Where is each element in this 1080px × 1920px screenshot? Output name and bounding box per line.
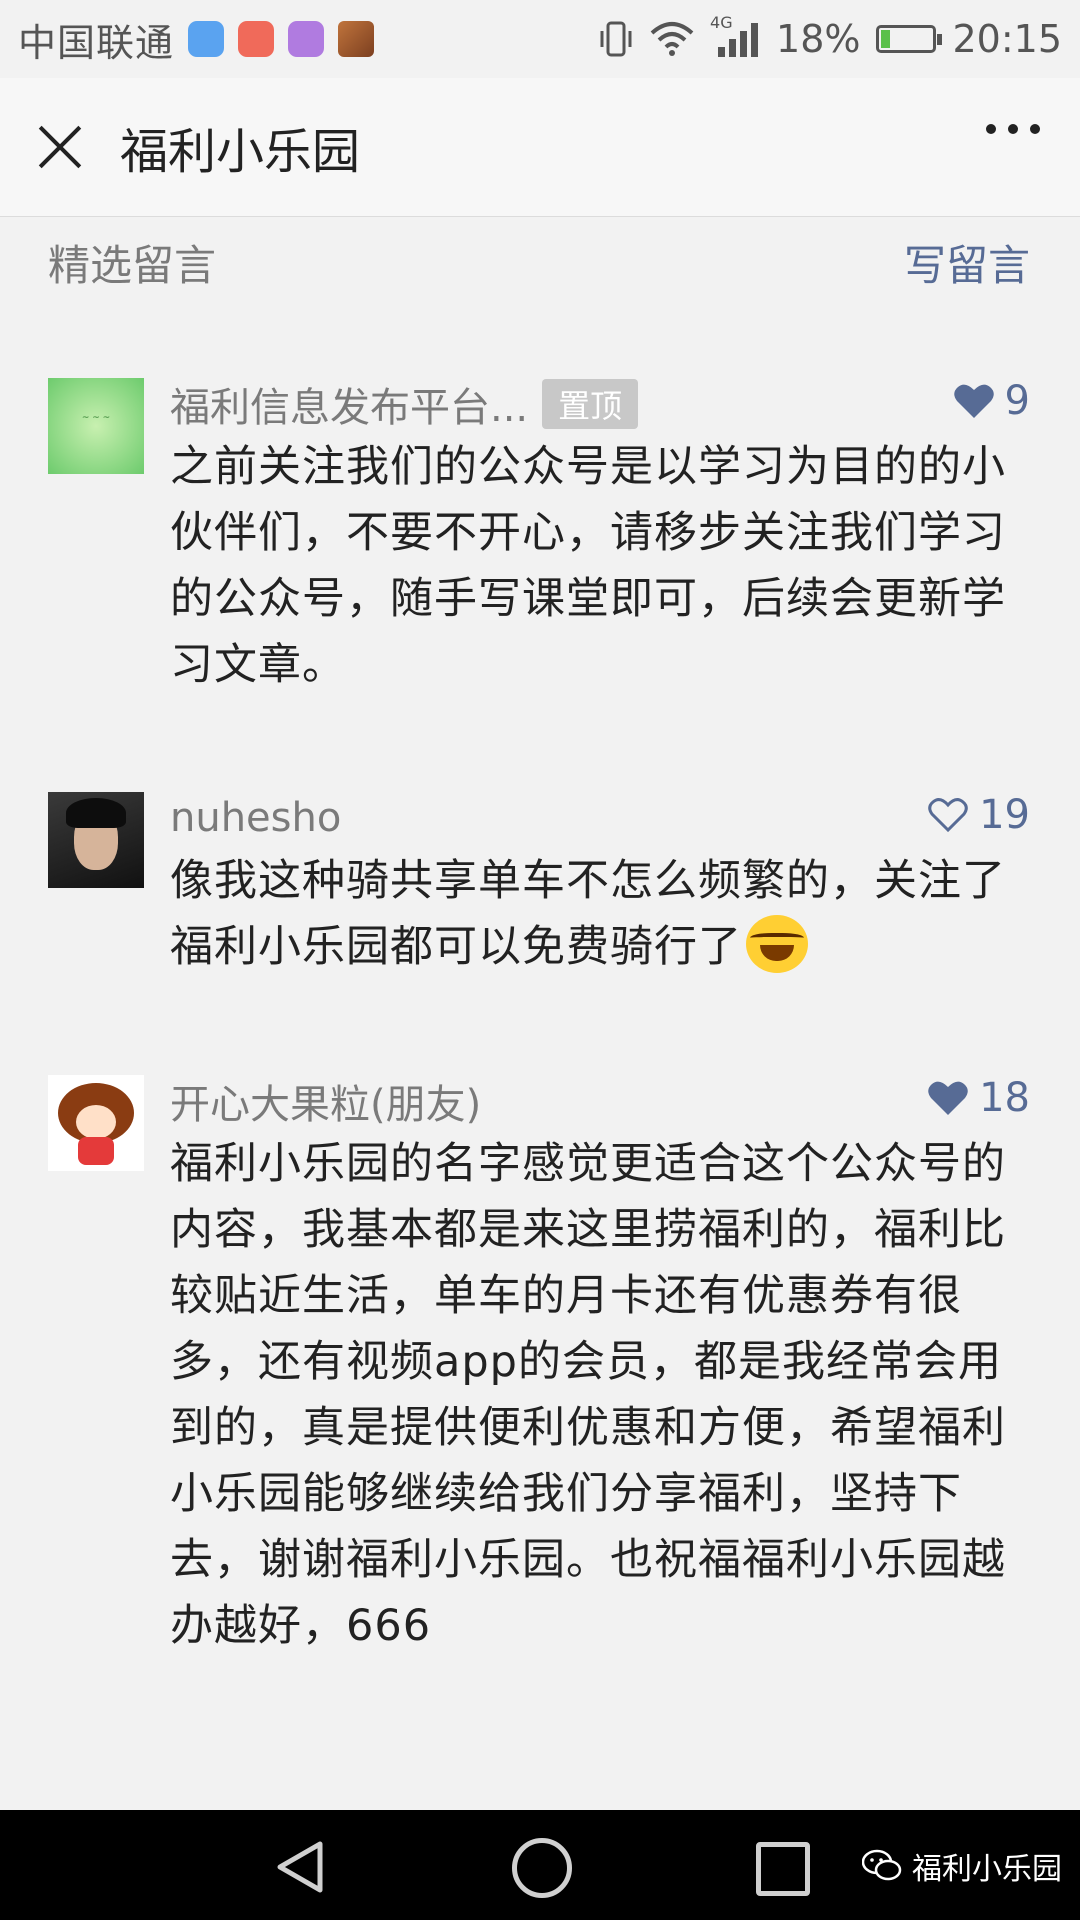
more-dot (1030, 124, 1040, 134)
battery-icon (876, 25, 943, 53)
page-title: 福利小乐园 (120, 124, 361, 180)
wechat-icon (862, 1849, 902, 1881)
recent-apps-icon[interactable] (756, 1842, 810, 1896)
section-title: 精选留言 (48, 240, 217, 290)
commenter-name[interactable]: 福利信息发布平台... (170, 375, 528, 433)
comments-section-header: 精选留言 写留言 (48, 232, 1030, 292)
avatar-image-text: ~ ~ ~ (81, 413, 111, 423)
battery-level-fill (881, 30, 891, 48)
status-bar-left: 中国联通 (0, 12, 375, 67)
laughing-tears-emoji-icon (746, 915, 808, 973)
comment-item: 开心大果粒(朋友) 18 福利小乐园的名字感觉更适合这个公众号的内容，我基本都是… (48, 1075, 1030, 1715)
user-avatar-icon (338, 21, 375, 57)
battery-percent: 18% (776, 17, 861, 61)
watermark: 福利小乐园 (862, 1844, 1062, 1888)
avatar[interactable] (48, 1075, 144, 1171)
like-button[interactable]: 19 (927, 792, 1030, 838)
heart-outline-icon (928, 798, 968, 833)
commenter-name[interactable]: nuhesho (170, 795, 341, 841)
comment-text: 像我这种骑共享单车不怎么频繁的，关注了福利小乐园都可以免费骑行了 (170, 856, 1006, 972)
status-bar-right: 4G 18% 20:15 (598, 13, 1080, 61)
clock: 20:15 (952, 17, 1062, 61)
wifi-icon (650, 22, 694, 56)
system-navigation-bar: 福利小乐园 (0, 1810, 1080, 1920)
more-options-icon[interactable] (986, 124, 1040, 134)
comment-header: nuhesho (170, 792, 1030, 844)
avatar-body (78, 1137, 114, 1165)
avatar[interactable]: ~ ~ ~ (48, 378, 144, 474)
like-count: 9 (1004, 378, 1030, 424)
write-comment-link[interactable]: 写留言 (904, 232, 1030, 293)
comment-header: 福利信息发布平台... 置顶 (170, 375, 1030, 433)
heart-filled-icon (953, 384, 994, 418)
watermark-text: 福利小乐园 (912, 1852, 1062, 1887)
avatar-hair (66, 798, 126, 828)
pinned-badge: 置顶 (542, 379, 639, 429)
back-icon[interactable] (272, 1840, 328, 1894)
signal-icon: 4G (710, 13, 760, 59)
comment-text: 福利小乐园的名字感觉更适合这个公众号的内容，我基本都是来这里捞福利的，福利比较贴… (170, 1139, 1006, 1651)
vibrate-icon (600, 21, 632, 57)
avatar-face (76, 1105, 116, 1139)
more-dot (1008, 124, 1018, 134)
gallery-app-icon (288, 21, 325, 57)
title-bar: 福利小乐园 (0, 78, 1080, 217)
comment-text: 之前关注我们的公众号是以学习为目的的小伙伴们，不要不开心，请移步关注我们学习的公… (170, 442, 1006, 690)
comment-header: 开心大果粒(朋友) (170, 1072, 1030, 1130)
comment-body: 像我这种骑共享单车不怎么频繁的，关注了福利小乐园都可以免费骑行了 (170, 848, 1030, 980)
commenter-name[interactable]: 开心大果粒(朋友) (170, 1072, 481, 1130)
home-icon[interactable] (512, 1838, 572, 1898)
location-app-icon (188, 21, 225, 57)
heart-filled-icon (928, 1081, 968, 1115)
comment-item: nuhesho 19 像我这种骑共享单车不怎么频繁的，关注了福利小乐园都可以免费… (48, 792, 1030, 992)
status-bar: 中国联通 4G 18% 20:15 (0, 0, 1080, 78)
health-app-icon (238, 21, 275, 57)
like-button[interactable]: 9 (953, 378, 1030, 424)
more-dot (986, 124, 996, 134)
like-count: 18 (979, 1075, 1030, 1121)
carrier-name: 中国联通 (18, 20, 175, 65)
comment-item: ~ ~ ~ 福利信息发布平台... 置顶 9 之前关注我们的公众号是以学习为目的… (48, 378, 1030, 698)
like-count: 19 (979, 792, 1030, 838)
avatar[interactable] (48, 792, 144, 888)
close-icon[interactable] (30, 117, 90, 177)
like-button[interactable]: 18 (927, 1075, 1030, 1121)
